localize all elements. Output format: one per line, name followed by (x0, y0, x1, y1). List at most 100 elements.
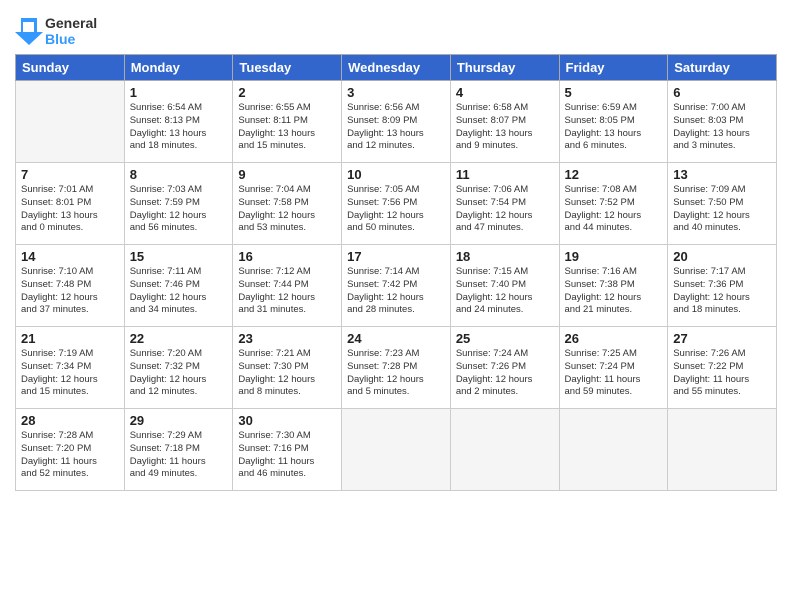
day-number: 27 (673, 331, 771, 346)
day-info: Sunrise: 7:03 AMSunset: 7:59 PMDaylight:… (130, 184, 228, 235)
header: GeneralBlue (15, 10, 777, 50)
week-row-4: 21 Sunrise: 7:19 AMSunset: 7:34 PMDayligh… (16, 327, 777, 409)
day-info: Sunrise: 7:14 AMSunset: 7:42 PMDaylight:… (347, 266, 445, 317)
weekday-header-wednesday: Wednesday (342, 55, 451, 81)
day-number: 26 (565, 331, 663, 346)
svg-text:General: General (45, 15, 97, 31)
day-info: Sunrise: 7:17 AMSunset: 7:36 PMDaylight:… (673, 266, 771, 317)
weekday-header-monday: Monday (124, 55, 233, 81)
calendar-cell: 29 Sunrise: 7:29 AMSunset: 7:18 PMDayligh… (124, 409, 233, 491)
day-number: 5 (565, 85, 663, 100)
day-number: 15 (130, 249, 228, 264)
calendar-cell: 12 Sunrise: 7:08 AMSunset: 7:52 PMDayligh… (559, 163, 668, 245)
calendar-cell: 14Sunrise: 7:10 AMSunset: 7:48 PMDayligh… (16, 245, 125, 327)
day-number: 2 (238, 85, 336, 100)
day-info: Sunrise: 6:59 AMSunset: 8:05 PMDaylight:… (565, 102, 663, 153)
day-info: Sunrise: 7:04 AMSunset: 7:58 PMDaylight:… (238, 184, 336, 235)
calendar-cell: 17 Sunrise: 7:14 AMSunset: 7:42 PMDayligh… (342, 245, 451, 327)
calendar-cell: 26 Sunrise: 7:25 AMSunset: 7:24 PMDayligh… (559, 327, 668, 409)
day-number: 9 (238, 167, 336, 182)
weekday-header-tuesday: Tuesday (233, 55, 342, 81)
day-number: 29 (130, 413, 228, 428)
day-number: 25 (456, 331, 554, 346)
day-number: 17 (347, 249, 445, 264)
weekday-header-saturday: Saturday (668, 55, 777, 81)
day-info: Sunrise: 7:23 AMSunset: 7:28 PMDaylight:… (347, 348, 445, 399)
logo-svg: GeneralBlue (15, 10, 115, 50)
day-info: Sunrise: 7:01 AMSunset: 8:01 PMDaylight:… (21, 184, 119, 235)
day-info: Sunrise: 7:08 AMSunset: 7:52 PMDaylight:… (565, 184, 663, 235)
day-info: Sunrise: 7:11 AMSunset: 7:46 PMDaylight:… (130, 266, 228, 317)
day-number: 21 (21, 331, 119, 346)
day-number: 4 (456, 85, 554, 100)
day-number: 28 (21, 413, 119, 428)
day-number: 18 (456, 249, 554, 264)
calendar-cell: 16Sunrise: 7:12 AMSunset: 7:44 PMDayligh… (233, 245, 342, 327)
calendar-cell: 15 Sunrise: 7:11 AMSunset: 7:46 PMDayligh… (124, 245, 233, 327)
day-number: 23 (238, 331, 336, 346)
day-info: Sunrise: 7:05 AMSunset: 7:56 PMDaylight:… (347, 184, 445, 235)
calendar-cell: 20 Sunrise: 7:17 AMSunset: 7:36 PMDayligh… (668, 245, 777, 327)
calendar-table: SundayMondayTuesdayWednesdayThursdayFrid… (15, 54, 777, 491)
calendar-cell: 5 Sunrise: 6:59 AMSunset: 8:05 PMDaylight… (559, 81, 668, 163)
weekday-header-sunday: Sunday (16, 55, 125, 81)
day-number: 30 (238, 413, 336, 428)
day-info: Sunrise: 7:21 AMSunset: 7:30 PMDaylight:… (238, 348, 336, 399)
calendar-cell: 13Sunrise: 7:09 AMSunset: 7:50 PMDayligh… (668, 163, 777, 245)
day-info: Sunrise: 7:29 AMSunset: 7:18 PMDaylight:… (130, 430, 228, 481)
day-number: 12 (565, 167, 663, 182)
calendar-cell: 19Sunrise: 7:16 AMSunset: 7:38 PMDayligh… (559, 245, 668, 327)
calendar-cell: 25 Sunrise: 7:24 AMSunset: 7:26 PMDayligh… (450, 327, 559, 409)
day-number: 11 (456, 167, 554, 182)
week-row-3: 14Sunrise: 7:10 AMSunset: 7:48 PMDayligh… (16, 245, 777, 327)
calendar-cell: 11 Sunrise: 7:06 AMSunset: 7:54 PMDayligh… (450, 163, 559, 245)
day-info: Sunrise: 7:25 AMSunset: 7:24 PMDaylight:… (565, 348, 663, 399)
calendar-cell: 4Sunrise: 6:58 AMSunset: 8:07 PMDaylight… (450, 81, 559, 163)
calendar-cell (16, 81, 125, 163)
week-row-5: 28 Sunrise: 7:28 AMSunset: 7:20 PMDayligh… (16, 409, 777, 491)
day-info: Sunrise: 7:20 AMSunset: 7:32 PMDaylight:… (130, 348, 228, 399)
page-container: GeneralBlue SundayMondayTuesdayWednesday… (0, 0, 792, 501)
calendar-cell: 30 Sunrise: 7:30 AMSunset: 7:16 PMDayligh… (233, 409, 342, 491)
day-info: Sunrise: 7:06 AMSunset: 7:54 PMDaylight:… (456, 184, 554, 235)
svg-text:Blue: Blue (45, 31, 76, 47)
day-number: 22 (130, 331, 228, 346)
day-info: Sunrise: 6:54 AMSunset: 8:13 PMDaylight:… (130, 102, 228, 153)
calendar-cell (668, 409, 777, 491)
day-number: 6 (673, 85, 771, 100)
day-number: 3 (347, 85, 445, 100)
day-number: 10 (347, 167, 445, 182)
day-number: 1 (130, 85, 228, 100)
calendar-cell: 6Sunrise: 7:00 AMSunset: 8:03 PMDaylight… (668, 81, 777, 163)
week-row-2: 7 Sunrise: 7:01 AMSunset: 8:01 PMDaylight… (16, 163, 777, 245)
calendar-cell: 21 Sunrise: 7:19 AMSunset: 7:34 PMDayligh… (16, 327, 125, 409)
day-number: 8 (130, 167, 228, 182)
day-info: Sunrise: 7:19 AMSunset: 7:34 PMDaylight:… (21, 348, 119, 399)
weekday-header-row: SundayMondayTuesdayWednesdayThursdayFrid… (16, 55, 777, 81)
calendar-cell (342, 409, 451, 491)
calendar-cell: 7 Sunrise: 7:01 AMSunset: 8:01 PMDaylight… (16, 163, 125, 245)
calendar-cell: 3 Sunrise: 6:56 AMSunset: 8:09 PMDaylight… (342, 81, 451, 163)
calendar-cell: 24 Sunrise: 7:23 AMSunset: 7:28 PMDayligh… (342, 327, 451, 409)
day-info: Sunrise: 7:30 AMSunset: 7:16 PMDaylight:… (238, 430, 336, 481)
day-number: 19 (565, 249, 663, 264)
calendar-cell: 22 Sunrise: 7:20 AMSunset: 7:32 PMDayligh… (124, 327, 233, 409)
day-number: 14 (21, 249, 119, 264)
weekday-header-thursday: Thursday (450, 55, 559, 81)
day-number: 24 (347, 331, 445, 346)
day-info: Sunrise: 7:09 AMSunset: 7:50 PMDaylight:… (673, 184, 771, 235)
day-number: 7 (21, 167, 119, 182)
week-row-1: 1 Sunrise: 6:54 AMSunset: 8:13 PMDaylight… (16, 81, 777, 163)
day-info: Sunrise: 7:24 AMSunset: 7:26 PMDaylight:… (456, 348, 554, 399)
calendar-cell: 9 Sunrise: 7:04 AMSunset: 7:58 PMDaylight… (233, 163, 342, 245)
calendar-cell: 27 Sunrise: 7:26 AMSunset: 7:22 PMDayligh… (668, 327, 777, 409)
day-info: Sunrise: 7:28 AMSunset: 7:20 PMDaylight:… (21, 430, 119, 481)
logo: GeneralBlue (15, 10, 115, 50)
calendar-cell (559, 409, 668, 491)
calendar-cell: 10 Sunrise: 7:05 AMSunset: 7:56 PMDayligh… (342, 163, 451, 245)
calendar-cell: 23 Sunrise: 7:21 AMSunset: 7:30 PMDayligh… (233, 327, 342, 409)
day-number: 16 (238, 249, 336, 264)
day-number: 20 (673, 249, 771, 264)
day-info: Sunrise: 6:56 AMSunset: 8:09 PMDaylight:… (347, 102, 445, 153)
day-info: Sunrise: 7:26 AMSunset: 7:22 PMDaylight:… (673, 348, 771, 399)
